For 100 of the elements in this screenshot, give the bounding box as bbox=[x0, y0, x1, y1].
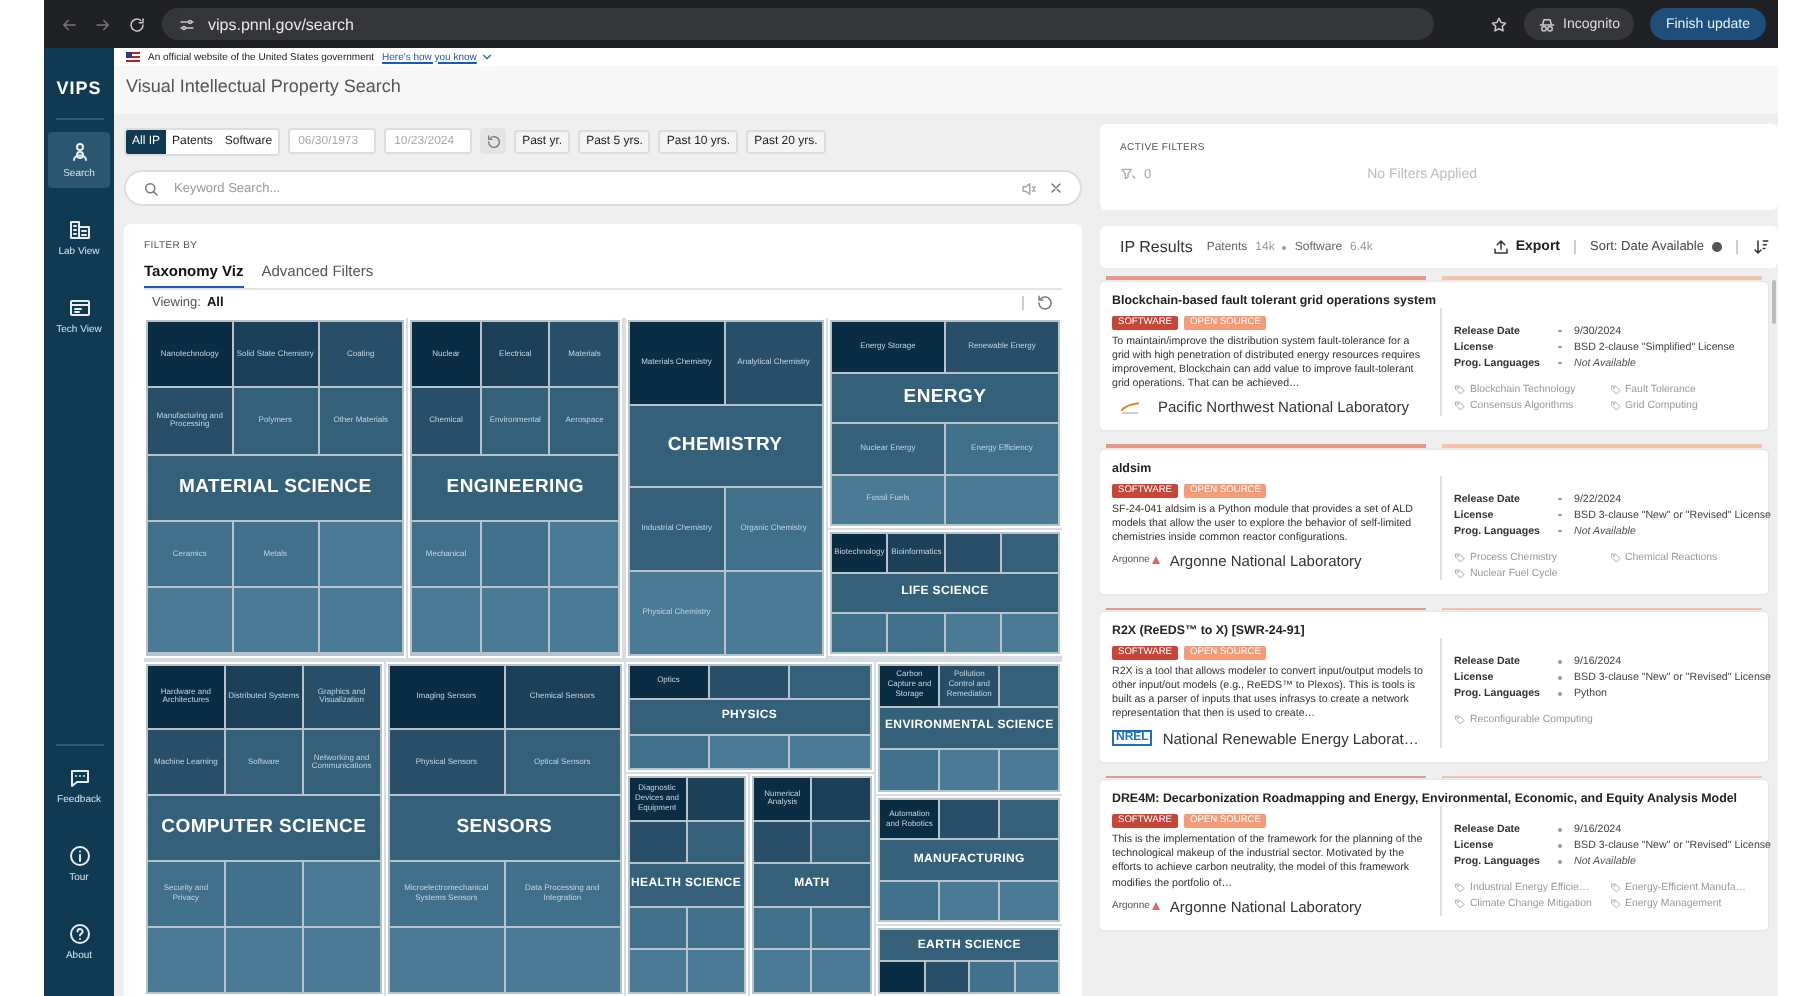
treemap-tile[interactable] bbox=[629, 907, 686, 949]
reload-icon[interactable] bbox=[128, 15, 146, 33]
tag-icon bbox=[1609, 383, 1621, 395]
treemap-tile[interactable] bbox=[389, 928, 504, 992]
treemap-tile[interactable] bbox=[940, 799, 999, 839]
treemap-tile[interactable] bbox=[303, 862, 380, 927]
treemap-tile[interactable] bbox=[945, 534, 1001, 573]
tag-icon bbox=[1454, 551, 1466, 564]
reset-icon[interactable] bbox=[1036, 293, 1054, 311]
treemap-tile[interactable] bbox=[753, 907, 811, 949]
treemap-tile[interactable] bbox=[831, 614, 887, 653]
tag-icon bbox=[1454, 714, 1466, 727]
app-logo[interactable]: VIPS bbox=[56, 78, 102, 98]
treemap-tile[interactable] bbox=[1000, 665, 1058, 706]
help-icon bbox=[67, 922, 91, 946]
treemap-tile[interactable] bbox=[945, 614, 1001, 653]
results-title: IP Results bbox=[1120, 238, 1193, 256]
result-card[interactable] bbox=[1100, 281, 1768, 431]
treemap-tile[interactable] bbox=[812, 907, 870, 949]
people-icon bbox=[67, 140, 91, 164]
treemap-tile[interactable] bbox=[753, 821, 811, 863]
result-card[interactable] bbox=[1100, 780, 1768, 930]
treemap-tile[interactable] bbox=[970, 962, 1014, 992]
tag-icon bbox=[1609, 551, 1621, 564]
treemap-tile[interactable] bbox=[940, 749, 999, 790]
category-label[interactable]: CHEMISTRY bbox=[629, 405, 822, 487]
treemap-tile[interactable] bbox=[481, 521, 549, 587]
treemap-tile[interactable] bbox=[629, 950, 686, 992]
treemap-tile[interactable] bbox=[319, 521, 403, 587]
sort-icon[interactable] bbox=[1752, 238, 1770, 256]
tag-icon bbox=[1454, 882, 1466, 895]
treemap-tile[interactable] bbox=[709, 735, 789, 769]
treemap-tile[interactable] bbox=[687, 821, 744, 863]
treemap-tile[interactable] bbox=[629, 735, 708, 769]
site-settings-icon[interactable] bbox=[178, 15, 196, 33]
treemap-tile[interactable] bbox=[225, 862, 302, 927]
speaker-icon[interactable] bbox=[1020, 179, 1038, 197]
forward-icon[interactable] bbox=[94, 15, 112, 33]
treemap-tile[interactable] bbox=[925, 962, 969, 992]
category-label[interactable]: ENERGY bbox=[831, 373, 1058, 423]
treemap-tile[interactable] bbox=[225, 928, 302, 992]
treemap-tile[interactable] bbox=[1015, 962, 1058, 992]
treemap-tile[interactable] bbox=[1002, 614, 1058, 653]
tag-icon bbox=[1609, 399, 1621, 411]
treemap-tile[interactable] bbox=[880, 881, 939, 921]
treemap-tile[interactable] bbox=[880, 962, 924, 992]
page-title: Visual Intellectual Property Search bbox=[114, 66, 1778, 114]
treemap-tile[interactable] bbox=[726, 571, 822, 653]
treemap-tile[interactable] bbox=[481, 588, 549, 653]
treemap-tile[interactable] bbox=[812, 821, 870, 863]
building-icon bbox=[67, 218, 91, 242]
treemap-tile[interactable] bbox=[687, 950, 744, 992]
treemap-tile[interactable] bbox=[945, 475, 1058, 525]
upload-icon bbox=[1491, 238, 1510, 256]
window-icon bbox=[67, 296, 91, 320]
tag-icon bbox=[1454, 567, 1466, 580]
treemap-tile[interactable] bbox=[303, 928, 380, 992]
tag-icon bbox=[1609, 898, 1621, 911]
treemap-tile[interactable] bbox=[629, 821, 686, 863]
bookmark-star-icon[interactable] bbox=[1489, 15, 1508, 33]
address-bar[interactable]: vips.pnnl.gov/search bbox=[162, 8, 1434, 40]
category-label[interactable]: MATERIAL SCIENCE bbox=[148, 455, 403, 520]
treemap-tile[interactable] bbox=[412, 588, 480, 653]
tag-icon bbox=[1609, 882, 1621, 895]
chat-icon bbox=[67, 766, 91, 790]
category-label[interactable]: ENGINEERING bbox=[412, 455, 619, 520]
reset-dates-button[interactable] bbox=[480, 128, 507, 154]
treemap-tile[interactable] bbox=[888, 614, 944, 653]
scrollbar-thumb[interactable] bbox=[1772, 280, 1776, 324]
treemap-tile[interactable] bbox=[148, 588, 232, 653]
treemap-tile[interactable] bbox=[550, 521, 619, 587]
treemap-tile[interactable] bbox=[1000, 749, 1058, 790]
search-icon bbox=[142, 179, 160, 197]
close-icon[interactable] bbox=[1048, 180, 1064, 196]
treemap-tile[interactable] bbox=[1000, 881, 1058, 921]
separator-dot bbox=[1282, 245, 1287, 249]
treemap-tile[interactable] bbox=[812, 950, 870, 992]
treemap-tile[interactable] bbox=[790, 665, 870, 699]
treemap-tile[interactable] bbox=[790, 735, 870, 769]
incognito-icon bbox=[1537, 15, 1556, 33]
treemap-tile[interactable] bbox=[550, 588, 619, 653]
treemap-tile[interactable] bbox=[505, 928, 620, 992]
result-card[interactable] bbox=[1100, 612, 1768, 762]
treemap-tile[interactable] bbox=[940, 881, 999, 921]
treemap-tile[interactable] bbox=[233, 588, 317, 653]
treemap-tile[interactable] bbox=[753, 950, 811, 992]
result-card[interactable] bbox=[1100, 449, 1768, 594]
chevron-down-icon bbox=[480, 50, 495, 64]
treemap-tile[interactable] bbox=[687, 907, 744, 949]
category-label[interactable]: COMPUTER SCIENCE bbox=[148, 796, 380, 861]
treemap-tile[interactable] bbox=[1000, 799, 1058, 839]
category-label[interactable]: SENSORS bbox=[389, 796, 620, 861]
treemap-tile[interactable] bbox=[812, 778, 870, 820]
treemap-tile[interactable] bbox=[880, 749, 939, 790]
back-icon[interactable] bbox=[60, 15, 78, 33]
treemap-tile[interactable] bbox=[687, 778, 744, 820]
treemap-tile[interactable] bbox=[1002, 534, 1058, 573]
treemap-tile[interactable] bbox=[709, 665, 789, 699]
treemap-tile[interactable] bbox=[148, 928, 224, 992]
treemap-tile[interactable] bbox=[319, 588, 403, 653]
